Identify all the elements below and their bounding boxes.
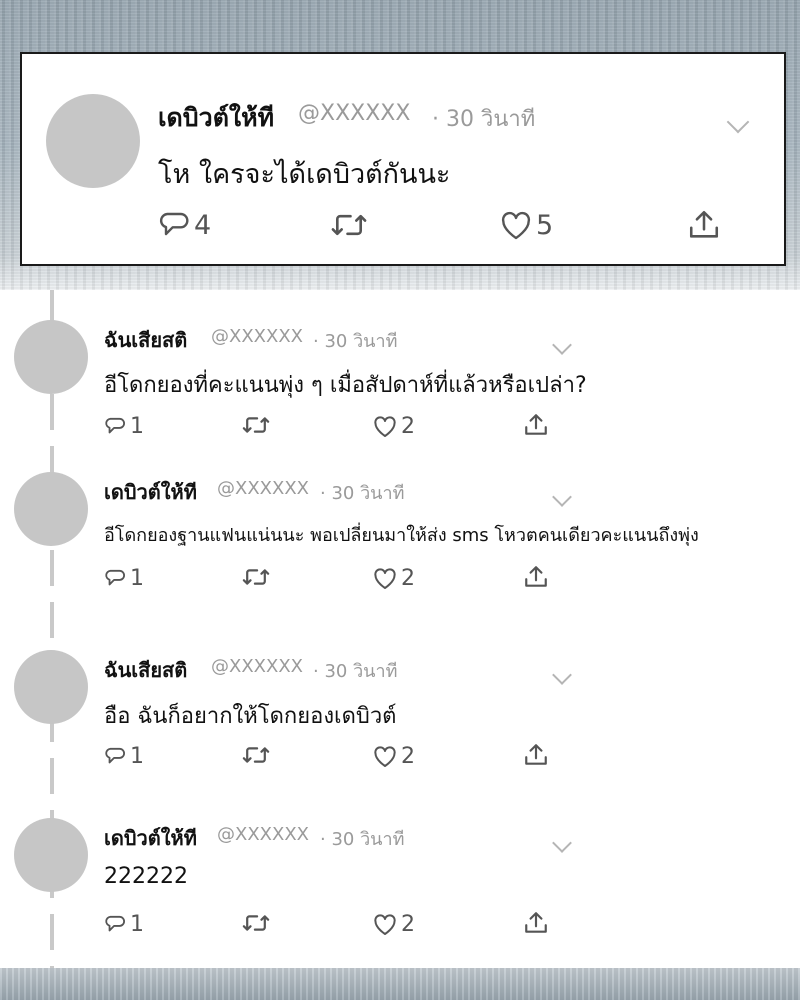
share-icon <box>525 414 547 435</box>
chevron-down-icon[interactable] <box>552 665 572 685</box>
avatar[interactable] <box>46 94 140 188</box>
speech-bubble-icon <box>105 747 125 763</box>
retweet-button[interactable] <box>241 414 271 436</box>
chevron-down-icon[interactable] <box>552 335 572 355</box>
share-button[interactable] <box>522 564 550 590</box>
reply-count: 1 <box>130 744 144 769</box>
heart-icon <box>374 913 396 935</box>
share-icon <box>525 912 547 933</box>
share-button[interactable] <box>686 208 722 242</box>
tweet-text: อีโดกยองฐานแฟนแน่นนะ พอเปลี่ยนมาให้ส่ง s… <box>104 525 699 546</box>
author-handle[interactable]: @XXXXXX <box>217 824 309 845</box>
chevron-down-icon[interactable] <box>552 487 572 507</box>
retweet-button[interactable] <box>241 912 271 934</box>
reply-tweet[interactable]: เดบิวต์ให้ที @XXXXXX · 30 วินาที อีโดกยอ… <box>0 452 800 612</box>
background-texture-bottom <box>0 968 800 1000</box>
speech-bubble-icon <box>105 915 125 931</box>
like-count: 2 <box>401 912 415 937</box>
author-handle[interactable]: @XXXXXX <box>217 478 309 499</box>
reply-count: 1 <box>130 566 144 591</box>
like-button[interactable]: 2 <box>373 414 415 439</box>
reply-tweet[interactable]: เดบิวต์ให้ที @XXXXXX · 30 วินาที 222222 … <box>0 798 800 948</box>
reply-button[interactable]: 1 <box>104 912 144 937</box>
author-name[interactable]: ฉันเสียสติ <box>104 324 187 356</box>
heart-icon <box>374 567 396 589</box>
author-name[interactable]: เดบิวต์ให้ที <box>104 822 197 854</box>
tweet-time: · 30 วินาที <box>320 483 405 504</box>
chevron-down-icon[interactable] <box>552 833 572 853</box>
retweet-icon <box>242 569 270 585</box>
retweet-icon <box>242 747 270 763</box>
like-button[interactable]: 5 <box>500 210 553 241</box>
reply-button[interactable]: 1 <box>104 566 144 591</box>
avatar[interactable] <box>14 472 88 546</box>
reply-tweet[interactable]: ฉันเสียสติ @XXXXXX · 30 วินาที อีโดกยองท… <box>0 300 800 450</box>
heart-icon <box>501 211 531 239</box>
like-button[interactable]: 2 <box>373 566 415 591</box>
like-count: 2 <box>401 414 415 439</box>
share-button[interactable] <box>522 742 550 768</box>
main-tweet-card[interactable]: เดบิวต์ให้ที @XXXXXX · 30 วินาที โห ใครจ… <box>20 52 786 266</box>
like-count: 2 <box>401 744 415 769</box>
tweet-text: โห ใครจะได้เดบิวต์กันนะ <box>158 159 451 190</box>
share-button[interactable] <box>522 910 550 936</box>
share-icon <box>525 744 547 765</box>
author-handle[interactable]: @XXXXXX <box>211 656 303 677</box>
author-name[interactable]: ฉันเสียสติ <box>104 654 187 686</box>
reply-button[interactable]: 1 <box>104 414 144 439</box>
heart-icon <box>374 745 396 767</box>
like-count: 2 <box>401 566 415 591</box>
like-button[interactable]: 2 <box>373 912 415 937</box>
reply-button[interactable]: 4 <box>158 210 211 241</box>
retweet-icon <box>242 417 270 433</box>
tweet-time: · 30 วินาที <box>320 829 405 850</box>
share-button[interactable] <box>522 412 550 438</box>
speech-bubble-icon <box>105 569 125 585</box>
retweet-icon <box>242 915 270 931</box>
chevron-down-icon[interactable] <box>726 110 750 134</box>
retweet-button[interactable] <box>241 744 271 766</box>
speech-bubble-icon <box>159 212 189 235</box>
avatar[interactable] <box>14 650 88 724</box>
author-name[interactable]: เดบิวต์ให้ที <box>158 98 274 138</box>
avatar[interactable] <box>14 818 88 892</box>
tweet-text: อือ ฉันก็อยากให้โดกยองเดบิวต์ <box>104 704 397 729</box>
author-name[interactable]: เดบิวต์ให้ที <box>104 476 197 508</box>
like-button[interactable]: 2 <box>373 744 415 769</box>
share-icon <box>525 566 547 587</box>
reply-button[interactable]: 1 <box>104 744 144 769</box>
tweet-time: · 30 วินาที <box>313 331 398 352</box>
retweet-button[interactable] <box>330 210 368 240</box>
author-handle[interactable]: @XXXXXX <box>211 326 303 347</box>
heart-icon <box>374 415 396 437</box>
avatar[interactable] <box>14 320 88 394</box>
reply-count: 1 <box>130 912 144 937</box>
reply-tweet[interactable]: ฉันเสียสติ @XXXXXX · 30 วินาที อือ ฉันก็… <box>0 630 800 780</box>
reply-count: 4 <box>194 210 212 241</box>
retweet-button[interactable] <box>241 566 271 588</box>
tweet-time: · 30 วินาที <box>432 107 536 132</box>
speech-bubble-icon <box>105 417 125 433</box>
retweet-icon <box>331 214 367 236</box>
tweet-time: · 30 วินาที <box>313 661 398 682</box>
tweet-text: อีโดกยองที่คะแนนพุ่ง ๆ เมื่อสัปดาห์ที่แล… <box>104 373 587 398</box>
author-handle[interactable]: @XXXXXX <box>298 101 410 126</box>
tweet-text: 222222 <box>104 864 188 889</box>
like-count: 5 <box>536 210 554 241</box>
share-icon <box>689 210 719 238</box>
reply-count: 1 <box>130 414 144 439</box>
